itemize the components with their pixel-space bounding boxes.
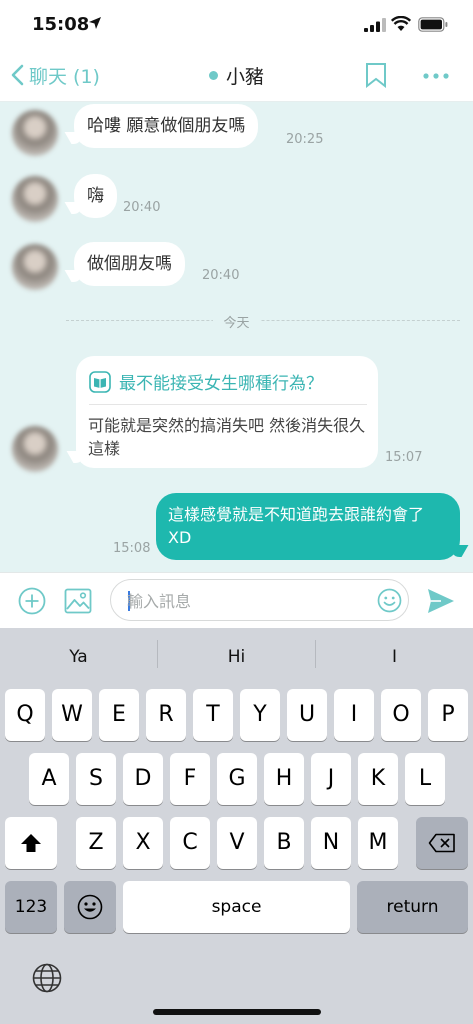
suggestion[interactable]: Ya [0,628,157,686]
wifi-icon [391,16,411,31]
message-time: 15:07 [385,450,423,465]
message-bubble: 做個朋友嗎 [74,242,185,286]
key[interactable]: J [311,753,351,805]
key[interactable]: H [264,753,304,805]
cellular-signal-icon [364,18,386,32]
key[interactable]: Q [5,689,45,741]
key[interactable]: P [428,689,468,741]
outgoing-message-bubble: 這樣感覺就是不知道跑去跟誰約會了 XD [156,493,460,560]
input-bar [0,572,473,628]
battery-icon [418,17,448,32]
numbers-key[interactable]: 123 [5,881,57,933]
key[interactable]: I [334,689,374,741]
key[interactable]: R [146,689,186,741]
avatar[interactable] [12,244,58,290]
key[interactable]: W [52,689,92,741]
location-arrow-icon [89,17,101,29]
card-answer: 可能就是突然的搞消失吧 然後消失很久這樣 [88,416,366,458]
message-time: 20:40 [202,268,240,283]
shift-key[interactable] [5,817,57,869]
avatar[interactable] [12,426,58,472]
more-options-icon[interactable] [422,72,450,80]
message-bubble: 哈嘍 願意做個朋友嗎 [74,104,259,148]
key[interactable]: G [217,753,257,805]
contact-name: 小豬 [225,66,264,88]
keyboard: Ya Hi I Q W E R T Y U I O P A S D F G H … [0,628,473,1024]
key[interactable]: Y [240,689,280,741]
bookmark-icon[interactable] [364,62,388,88]
key[interactable]: L [405,753,445,805]
backspace-key[interactable] [416,817,468,869]
message-field[interactable] [110,579,409,621]
key[interactable]: C [170,817,210,869]
outgoing-message-text: 這樣感覺就是不知道跑去跟誰約會了 XD [168,505,425,547]
key[interactable]: V [217,817,257,869]
book-icon [89,371,111,393]
emoji-key[interactable] [64,881,116,933]
message-text: 哈嘍 願意做個朋友嗎 [87,116,246,136]
key[interactable]: N [311,817,351,869]
emoji-face-icon [77,894,103,920]
globe-icon[interactable] [32,963,62,993]
date-divider: 今天 [0,312,473,331]
send-icon[interactable] [427,588,455,614]
plus-circle-icon[interactable] [18,587,46,615]
status-time: 15:08 [32,14,90,35]
key[interactable]: Z [76,817,116,869]
key[interactable]: T [193,689,233,741]
suggestion[interactable]: I [316,628,473,686]
message-time: 20:25 [286,132,324,147]
avatar[interactable] [12,110,58,156]
emoji-icon[interactable] [377,588,402,613]
chat-title: 小豬 [0,62,473,89]
shift-icon [21,834,41,852]
key[interactable]: S [76,753,116,805]
key[interactable]: A [29,753,69,805]
key[interactable]: E [99,689,139,741]
space-key[interactable]: space [123,881,350,933]
backspace-icon [428,833,455,853]
avatar[interactable] [12,176,58,222]
key[interactable]: B [264,817,304,869]
key[interactable]: U [287,689,327,741]
date-divider-label: 今天 [213,316,260,331]
suggestion[interactable]: Hi [158,628,315,686]
message-bubble: 嗨 [74,174,117,218]
chat-area[interactable]: 哈嘍 願意做個朋友嗎 20:25 嗨 20:40 做個朋友嗎 20:40 今天 … [0,102,473,572]
home-indicator[interactable] [153,1009,321,1015]
key[interactable]: M [358,817,398,869]
message-time: 20:40 [123,200,161,215]
message-time: 15:08 [113,541,151,556]
key[interactable]: K [358,753,398,805]
key[interactable]: F [170,753,210,805]
key[interactable]: D [123,753,163,805]
message-text: 做個朋友嗎 [87,254,172,274]
key[interactable]: O [381,689,421,741]
key[interactable]: X [123,817,163,869]
image-icon[interactable] [64,587,92,615]
online-status-dot [208,71,218,80]
question-card[interactable]: 最不能接受女生哪種行為？ 可能就是突然的搞消失吧 然後消失很久這樣 [76,356,378,468]
message-text: 嗨 [87,186,104,206]
card-divider [89,404,367,405]
message-input[interactable] [127,588,367,614]
status-bar: 15:08 [0,0,473,48]
card-question: 最不能接受女生哪種行為？ [119,374,323,394]
return-key[interactable]: return [357,881,468,933]
nav-bar: 聊天 (1) 小豬 [0,48,473,102]
